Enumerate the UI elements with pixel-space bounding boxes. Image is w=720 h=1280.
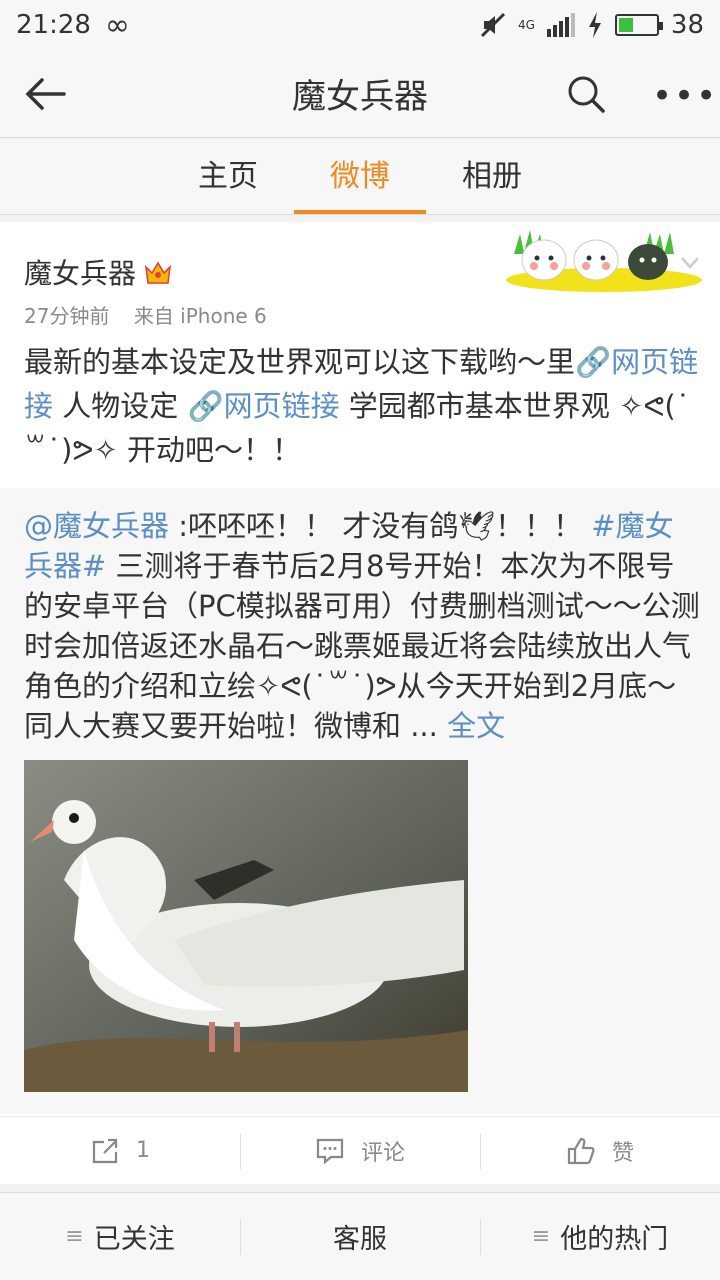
- comment-label: 评论: [360, 1140, 405, 1166]
- post-meta: 27分钟前 来自 iPhone 6: [24, 300, 285, 329]
- post-text-part: 最新的基本设定及世界观可以这下载哟～里: [24, 345, 576, 379]
- repost-count: 1: [136, 1138, 150, 1163]
- status-time: 21:28: [16, 10, 91, 40]
- web-link-label[interactable]: 网页链接: [224, 389, 340, 423]
- followed-button[interactable]: ≡ 已关注: [0, 1193, 240, 1280]
- repost-text: @魔女兵器 :呸呸呸！！ 才没有鸽🕊！！！ #魔女兵器# 三测将于春节后2月8号…: [24, 506, 700, 746]
- more-options-icon[interactable]: •••: [652, 76, 718, 116]
- battery-level: 38: [670, 10, 704, 40]
- web-link[interactable]: 🔗网页链接: [187, 389, 339, 423]
- card-decoration-sticker: [506, 230, 702, 292]
- repost-button[interactable]: 1: [0, 1117, 240, 1184]
- crown-badge-icon: [145, 261, 172, 284]
- customer-service-label: 客服: [333, 1224, 387, 1255]
- signal-icon: [546, 13, 575, 37]
- tab-home[interactable]: 主页: [162, 139, 294, 214]
- customer-service-button[interactable]: 客服: [240, 1193, 480, 1280]
- like-button[interactable]: 赞: [480, 1117, 720, 1184]
- battery-fill: [618, 18, 633, 32]
- app-header: 魔女兵器 •••: [0, 50, 720, 138]
- post-time: 27分钟前: [24, 304, 110, 328]
- followed-label: 已关注: [93, 1224, 175, 1255]
- back-arrow-icon[interactable]: [22, 70, 70, 118]
- tab-weibo[interactable]: 微博: [294, 139, 426, 214]
- search-icon[interactable]: [566, 74, 606, 114]
- weibo-post-card[interactable]: 魔女兵器 27分钟前 来自 iPhone 6 最新的基本设定及世界观可以这下载哟…: [0, 222, 720, 1116]
- full-text-link[interactable]: 全文: [438, 709, 505, 743]
- dove-photo[interactable]: [24, 760, 468, 1092]
- post-author[interactable]: 魔女兵器: [24, 252, 172, 292]
- repost-text-part: 三测将于春节后2月8号开始！本次为不限号的安卓平台（PC模拟器可用）付费删档测试…: [24, 549, 700, 743]
- post-action-bar: 1 评论 赞: [0, 1116, 720, 1184]
- profile-tabs: 主页 微博 相册: [0, 139, 720, 215]
- reposted-weibo[interactable]: @魔女兵器 :呸呸呸！！ 才没有鸽🕊！！！ #魔女兵器# 三测将于春节后2月8号…: [0, 488, 720, 1114]
- page-title: 魔女兵器: [292, 77, 428, 117]
- post-text-part: 人物设定: [53, 389, 188, 423]
- comment-button[interactable]: 评论: [240, 1117, 480, 1184]
- status-bar: 21:28 ∞ 4G 38: [0, 0, 720, 50]
- share-icon: [92, 1138, 118, 1163]
- hot-posts-label: 他的热门: [560, 1224, 669, 1255]
- chevron-down-icon[interactable]: [680, 256, 700, 270]
- comment-icon: [316, 1138, 344, 1164]
- post-text: 最新的基本设定及世界观可以这下载哟～里🔗网页链接 人物设定 🔗网页链接 学园都市…: [24, 340, 700, 472]
- menu-icon: ≡: [65, 1224, 84, 1249]
- battery-icon: [614, 14, 663, 36]
- menu-icon: ≡: [531, 1224, 551, 1249]
- pigeon-emoji-icon: 🕊: [458, 509, 496, 543]
- post-source: 来自 iPhone 6: [133, 304, 267, 328]
- repost-text-part: :呸呸呸！！ 才没有鸽: [169, 509, 459, 543]
- mention-link[interactable]: @魔女兵器: [24, 509, 169, 543]
- charging-icon: [588, 12, 601, 38]
- author-name[interactable]: 魔女兵器: [24, 252, 136, 292]
- infinity-icon: ∞: [104, 7, 130, 43]
- tab-album[interactable]: 相册: [426, 139, 558, 214]
- hot-posts-button[interactable]: ≡ 他的热门: [480, 1193, 720, 1280]
- mute-icon: [480, 12, 506, 38]
- thumbs-up-icon: [567, 1137, 595, 1164]
- bottom-bar: ≡ 已关注 客服 ≡ 他的热门: [0, 1192, 720, 1280]
- like-label: 赞: [611, 1140, 634, 1166]
- repost-text-part: ！！！: [495, 509, 592, 543]
- network-label: 4G: [517, 18, 535, 32]
